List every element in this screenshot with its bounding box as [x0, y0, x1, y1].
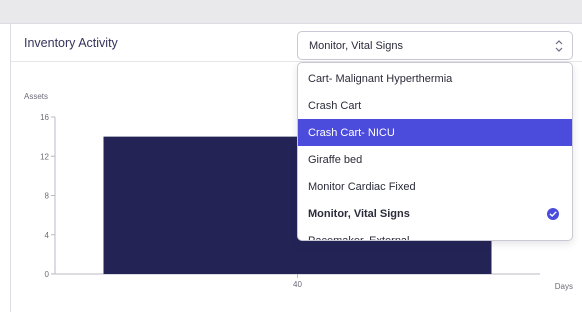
- y-tick-label: 0: [45, 270, 50, 279]
- y-tick-label: 4: [45, 231, 50, 240]
- x-tick-label: 40: [293, 280, 302, 289]
- x-axis-label: Days: [555, 282, 573, 291]
- dropdown-option-label: Monitor Cardiac Fixed: [308, 181, 416, 193]
- y-tick-label: 8: [45, 192, 50, 201]
- dropdown-option[interactable]: Giraffe bed: [298, 146, 572, 173]
- up-down-chevron-icon: [555, 40, 563, 52]
- dropdown-option[interactable]: Crash Cart- NICU: [298, 119, 572, 146]
- dropdown-option-label: Giraffe bed: [308, 154, 363, 166]
- dropdown-option-label: Pacemaker, External: [308, 235, 410, 241]
- dropdown-option[interactable]: Monitor, Vital Signs: [298, 200, 572, 227]
- dropdown-option-label: Crash Cart: [308, 100, 362, 112]
- dropdown-option[interactable]: Pacemaker, External: [298, 227, 572, 241]
- dropdown-option[interactable]: Crash Cart: [298, 92, 572, 119]
- asset-type-select[interactable]: Monitor, Vital Signs: [297, 31, 573, 60]
- asset-type-select-value: Monitor, Vital Signs: [309, 40, 403, 52]
- dropdown-option[interactable]: Monitor Cardiac Fixed: [298, 173, 572, 200]
- checkmark-icon: [547, 208, 559, 220]
- dropdown-option[interactable]: Cart- Malignant Hyperthermia: [298, 65, 572, 92]
- y-tick-label: 12: [40, 152, 49, 161]
- asset-type-dropdown-menu: Cart- Malignant Hyperthermia Crash Cart Cr…: [297, 62, 573, 241]
- dropdown-option-label: Monitor, Vital Signs: [308, 208, 410, 220]
- y-tick-label: 16: [40, 113, 49, 122]
- dropdown-option-label: Crash Cart- NICU: [308, 127, 395, 139]
- dropdown-option-label: Cart- Malignant Hyperthermia: [308, 73, 453, 85]
- y-axis-label: Assets: [24, 92, 48, 101]
